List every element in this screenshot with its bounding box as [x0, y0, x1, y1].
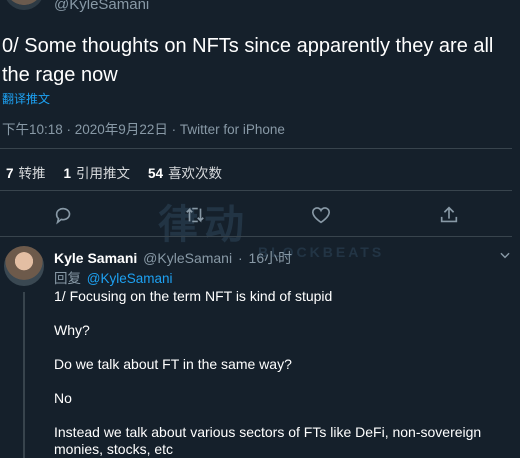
like-count[interactable]: 54 喜欢次数 — [148, 162, 222, 182]
author-name[interactable]: Kyle Samani — [54, 250, 137, 266]
author-handle[interactable]: @KyleSamani — [143, 250, 232, 266]
like-icon[interactable] — [310, 204, 332, 226]
reply-paragraph: No — [54, 390, 72, 406]
reply-header: Kyle Samani @KyleSamani · 16小时 — [54, 248, 292, 268]
replying-to-label: 回复 — [54, 271, 81, 286]
avatar[interactable] — [4, 246, 44, 286]
avatar[interactable] — [4, 0, 44, 10]
reply-paragraph: Why? — [54, 322, 90, 338]
reply-icon[interactable] — [53, 204, 75, 226]
tweet-time[interactable]: 16小时 — [249, 250, 293, 266]
reply-paragraph: Instead we talk about various sectors of… — [54, 424, 482, 457]
chevron-down-icon[interactable] — [498, 248, 512, 262]
reply-text: 1/ Focusing on the term NFT is kind of s… — [54, 288, 504, 458]
share-icon[interactable] — [438, 204, 460, 226]
reply-paragraph: Do we talk about FT in the same way? — [54, 356, 292, 372]
divider — [0, 148, 512, 149]
thread-line — [23, 292, 25, 458]
retweet-count[interactable]: 7 转推 — [6, 162, 46, 182]
author-handle[interactable]: @KyleSamani — [54, 0, 149, 13]
divider — [0, 236, 512, 237]
replying-to: 回复 @KyleSamani — [54, 267, 173, 287]
separator-dot: · — [237, 250, 243, 266]
tweet-timestamp[interactable]: 下午10:18 · 2020年9月22日 · Twitter for iPhon… — [2, 118, 285, 138]
replying-to-handle[interactable]: @KyleSamani — [87, 271, 173, 286]
divider — [0, 190, 512, 191]
tweet-actions — [0, 204, 512, 228]
retweet-icon[interactable] — [184, 204, 206, 226]
reply-paragraph: 1/ Focusing on the term NFT is kind of s… — [54, 288, 333, 304]
tweet-text: 0/ Some thoughts on NFTs since apparentl… — [2, 35, 494, 86]
quote-count[interactable]: 1 引用推文 — [64, 162, 131, 182]
tweet-stats: 7 转推 1 引用推文 54 喜欢次数 — [6, 162, 222, 182]
translate-tweet-link[interactable]: 翻译推文 — [2, 90, 50, 107]
